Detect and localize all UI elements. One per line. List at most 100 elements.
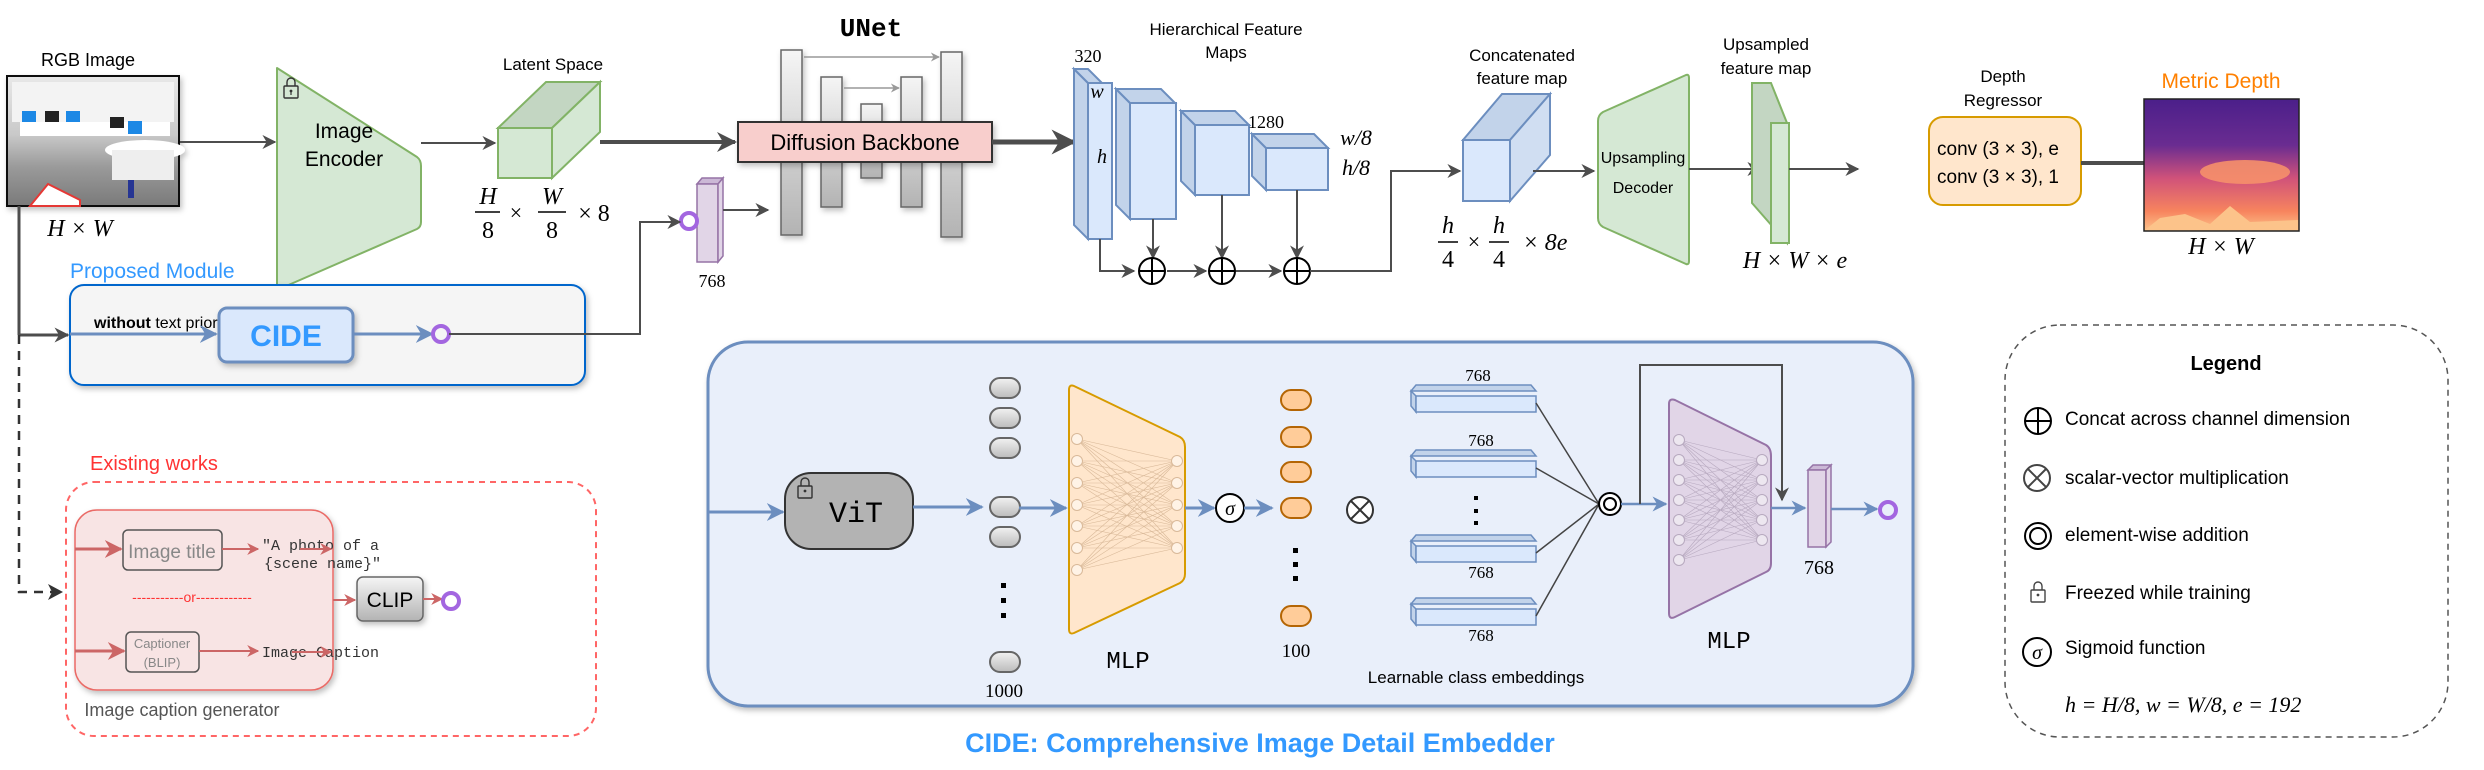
cide-block-label: CIDE: [250, 320, 322, 353]
latent-dim-c: × 8: [578, 201, 610, 227]
proposed-input-label-bold: without: [93, 315, 152, 332]
neuron: [1756, 474, 1768, 486]
metric-depth-label: Metric Depth: [2161, 70, 2280, 93]
latent-dim-h-den: 8: [482, 218, 494, 244]
neuron: [1756, 534, 1768, 546]
feature-map-4-w: w/8: [1340, 125, 1372, 150]
rgb-image-dims: H × W: [46, 216, 115, 242]
feature-map-2: [1113, 86, 1178, 222]
feature-map-4: [1249, 131, 1331, 193]
captioner-label-line2: (BLIP): [144, 655, 181, 670]
legend-formula: h = H/8, w = W/8, e = 192: [2065, 692, 2301, 717]
neuron: [1071, 499, 1083, 511]
ellipsis-dot: [1293, 576, 1298, 581]
scalar-multiply-icon: [1346, 496, 1374, 524]
depth-regressor-label-line2: Regressor: [1964, 91, 2043, 110]
existing-output-connector: [441, 591, 461, 611]
probs-count: 100: [1282, 641, 1311, 662]
legend-label-frozen: Freezed while training: [2065, 583, 2251, 604]
legend-sigma: σ: [2032, 642, 2043, 664]
rgb-image-label: RGB Image: [41, 50, 135, 70]
neuron: [1673, 434, 1685, 446]
vit-block: ViT: [784, 472, 914, 550]
depth-regressor: Depth Regressor conv (3 × 3), e conv (3 …: [1928, 67, 2082, 206]
proposed-input-label: without text priors: [93, 315, 226, 332]
class-embedding-dim: 768: [1468, 563, 1494, 582]
neuron: [1071, 433, 1083, 445]
metric-depth-dims: H × W: [2187, 234, 2256, 260]
unet-block: UNet Diffusion Backbone: [737, 14, 993, 238]
sigmoid-icon: σ: [2022, 637, 2052, 667]
neuron: [1071, 542, 1083, 554]
image-encoder-label-line1: Image: [315, 120, 373, 143]
hierarchical-feature-maps: Hierarchical Feature Maps 320 w h 1280 w…: [1071, 20, 1462, 285]
neuron: [1071, 477, 1083, 489]
neuron: [1171, 477, 1183, 489]
logit-node: [989, 377, 1021, 399]
legend-item-scalar-multiply: scalar-vector multiplication: [2023, 464, 2289, 492]
ellipsis-dot: [1001, 598, 1006, 603]
neuron: [1673, 454, 1685, 466]
upsampled-map-label-line1: Upsampled: [1723, 35, 1809, 54]
neuron: [1171, 499, 1183, 511]
mlp-2-label: MLP: [1707, 629, 1750, 656]
legend-item-frozen: Freezed while training: [2030, 581, 2251, 604]
neuron: [1756, 454, 1768, 466]
template-text-line2: {scene name}": [264, 556, 381, 573]
probability-node: [1280, 426, 1312, 448]
depth-regressor-conv1: conv (3 × 3), e: [1937, 139, 2059, 160]
text-embedding-input-connector: [679, 211, 699, 231]
neuron: [1673, 534, 1685, 546]
neuron: [1171, 520, 1183, 532]
probability-node: [1280, 605, 1312, 627]
feature-map-1: w h: [1071, 66, 1113, 242]
concat-dim-den2: 4: [1493, 247, 1505, 273]
legend: Legend Concat across channel dimension s…: [2004, 324, 2449, 738]
text-embedding-vector: 768: [695, 175, 726, 291]
branch-line-dashed: [17, 335, 56, 594]
neuron: [1071, 455, 1083, 467]
concat-icon: [1208, 257, 1236, 285]
ellipsis-dot: [1001, 583, 1006, 588]
concat-map-label-line2: feature map: [1477, 69, 1568, 88]
existing-works-title: Existing works: [90, 453, 218, 475]
upsampled-map-label-line2: feature map: [1721, 59, 1812, 78]
lock-icon: [2030, 581, 2046, 603]
legend-label-scalar-multiply: scalar-vector multiplication: [2065, 468, 2289, 489]
rgb-image-thumbnail: [6, 75, 185, 207]
neuron: [1171, 455, 1183, 467]
upsampling-decoder: Upsampling Decoder: [1597, 73, 1690, 266]
cide-panel-caption: CIDE: Comprehensive Image Detail Embedde…: [965, 728, 1555, 758]
probability-node: [1280, 497, 1312, 519]
arrow-concat-to-concat-map: [1310, 164, 1462, 272]
concat-dim-h1: h: [1442, 213, 1454, 239]
latent-space-cube: Latent Space H 8 × W 8 × 8: [475, 55, 610, 244]
legend-title: Legend: [2190, 353, 2261, 375]
text-embedding-dim: 768: [699, 271, 726, 291]
cide-panel: ViT 1000 MLP σ 100 768768768768 Learnabl: [706, 340, 1915, 708]
feature-map-3: [1178, 108, 1252, 198]
image-encoder-label-line2: Encoder: [305, 148, 383, 171]
hier-features-title-line2: Maps: [1205, 43, 1247, 62]
neuron: [1071, 564, 1083, 576]
neuron: [1673, 474, 1685, 486]
neuron: [1673, 514, 1685, 526]
logit-node: [989, 651, 1021, 673]
concat-dim-den1: 4: [1442, 247, 1454, 273]
unet-title: UNet: [840, 14, 902, 44]
latent-dim-h: H: [478, 184, 498, 210]
elementwise-add-icon: [2024, 522, 2052, 550]
concat-map-label-line1: Concatenated: [1469, 46, 1575, 65]
ellipsis-dot: [1474, 496, 1478, 500]
probability-node: [1280, 461, 1312, 483]
existing-works: Existing works Image title "A photo of a…: [65, 453, 597, 737]
output-embedding-dim: 768: [1804, 557, 1834, 579]
sigmoid-symbol: σ: [1225, 498, 1236, 520]
upsampling-decoder-line1: Upsampling: [1601, 150, 1685, 167]
probability-node: [1280, 389, 1312, 411]
diffusion-backbone-label: Diffusion Backbone: [770, 130, 959, 155]
feature-map-1-channels: 320: [1075, 46, 1102, 66]
scalar-multiply-icon: [2023, 464, 2051, 492]
legend-label-sigmoid: Sigmoid function: [2065, 638, 2205, 659]
ellipsis-dot: [1474, 509, 1478, 513]
